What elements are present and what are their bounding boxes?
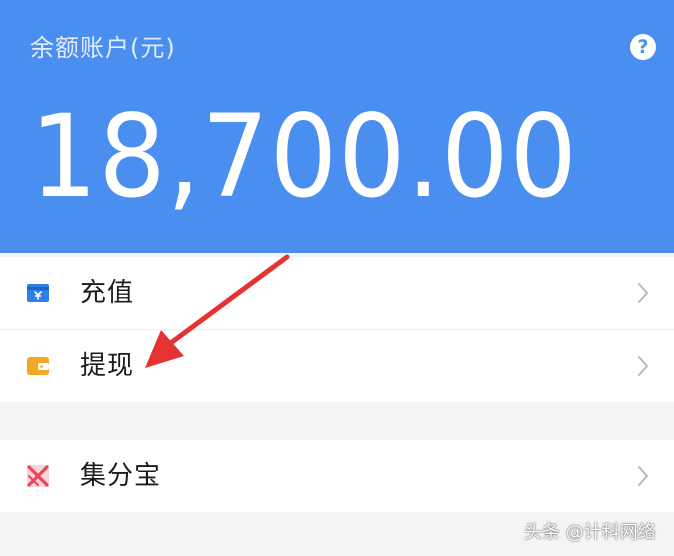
watermark: 头条 @计科网络 — [524, 522, 656, 543]
annotation-arrow — [145, 254, 290, 368]
